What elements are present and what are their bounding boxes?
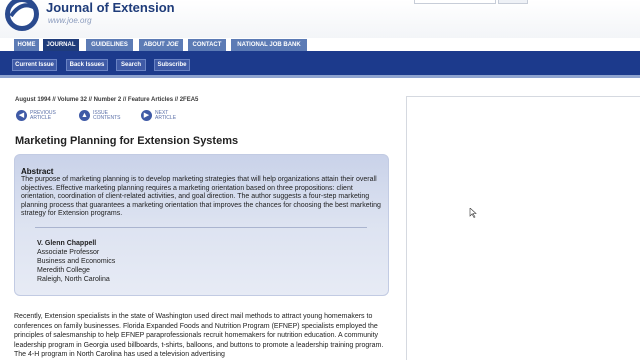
site-title[interactable]: Journal of Extension <box>46 0 175 15</box>
author-title: Associate Professor <box>37 249 100 256</box>
tab-contact[interactable]: CONTACT <box>188 39 226 51</box>
issue-contents-label: ISSUE CONTENTS <box>93 111 121 121</box>
tab-national-job-bank[interactable]: NATIONAL JOB BANK <box>231 39 307 51</box>
tab-about-joe[interactable]: ABOUT JOE <box>139 39 183 51</box>
contents-icon: ▲ <box>79 110 90 121</box>
secondary-nav: Current Issue Back Issues Search Subscri… <box>0 51 640 78</box>
right-sidebar <box>406 96 640 360</box>
issue-contents-link[interactable]: ▲ ISSUE CONTENTS <box>79 110 129 122</box>
abstract-heading: Abstract <box>21 167 54 176</box>
article-body-paragraph: Recently, Extension specialists in the s… <box>14 313 384 358</box>
back-issues-button[interactable]: Back Issues <box>66 59 108 71</box>
primary-nav: HOME JOURNAL GUIDELINES ABOUT JOE CONTAC… <box>0 38 640 51</box>
search-button[interactable]: Search <box>116 59 146 71</box>
author-department: Business and Economics <box>37 258 116 265</box>
site-search-input[interactable] <box>414 0 496 4</box>
abstract-panel: Abstract The purpose of marketing planni… <box>14 154 389 296</box>
tab-about-label: ABOUT <box>143 42 167 48</box>
contents-label-line-2: CONTENTS <box>93 115 121 121</box>
previous-article-link[interactable]: ◀ PREVIOUS ARTICLE <box>16 110 66 122</box>
site-search-button[interactable] <box>498 0 528 4</box>
previous-arrow-icon: ◀ <box>16 110 27 121</box>
abstract-text: The purpose of marketing planning is to … <box>21 176 381 217</box>
joe-logo-icon[interactable] <box>2 0 42 34</box>
author-location: Raleigh, North Carolina <box>37 276 110 283</box>
previous-label-line-2: ARTICLE <box>30 115 52 121</box>
author-institution: Meredith College <box>37 267 90 274</box>
current-issue-button[interactable]: Current Issue <box>12 59 57 71</box>
tab-about-joe-label: JOE <box>166 42 179 48</box>
next-arrow-icon: ▶ <box>141 110 152 121</box>
tab-home[interactable]: HOME <box>14 39 39 51</box>
author-block: V. Glenn Chappell Associate Professor Bu… <box>37 239 115 284</box>
next-label-line-2: ARTICLE <box>155 115 177 121</box>
previous-article-label: PREVIOUS ARTICLE <box>30 111 56 121</box>
tab-guidelines[interactable]: GUIDELINES <box>86 39 133 51</box>
sidebar-divider <box>406 96 640 97</box>
next-article-label: NEXT ARTICLE <box>155 111 176 121</box>
masthead: Journal of Extension www.joe.org <box>0 0 640 38</box>
author-name: V. Glenn Chappell <box>37 240 97 247</box>
site-url: www.joe.org <box>48 16 92 25</box>
tab-journal[interactable]: JOURNAL <box>43 39 79 51</box>
next-article-link[interactable]: ▶ NEXT ARTICLE <box>141 110 191 122</box>
abstract-divider <box>35 227 367 228</box>
article-title: Marketing Planning for Extension Systems <box>15 135 239 147</box>
mouse-cursor-icon <box>469 208 477 218</box>
issue-breadcrumb: August 1994 // Volume 32 // Number 2 // … <box>15 97 199 103</box>
subscribe-button[interactable]: Subscribe <box>154 59 190 71</box>
